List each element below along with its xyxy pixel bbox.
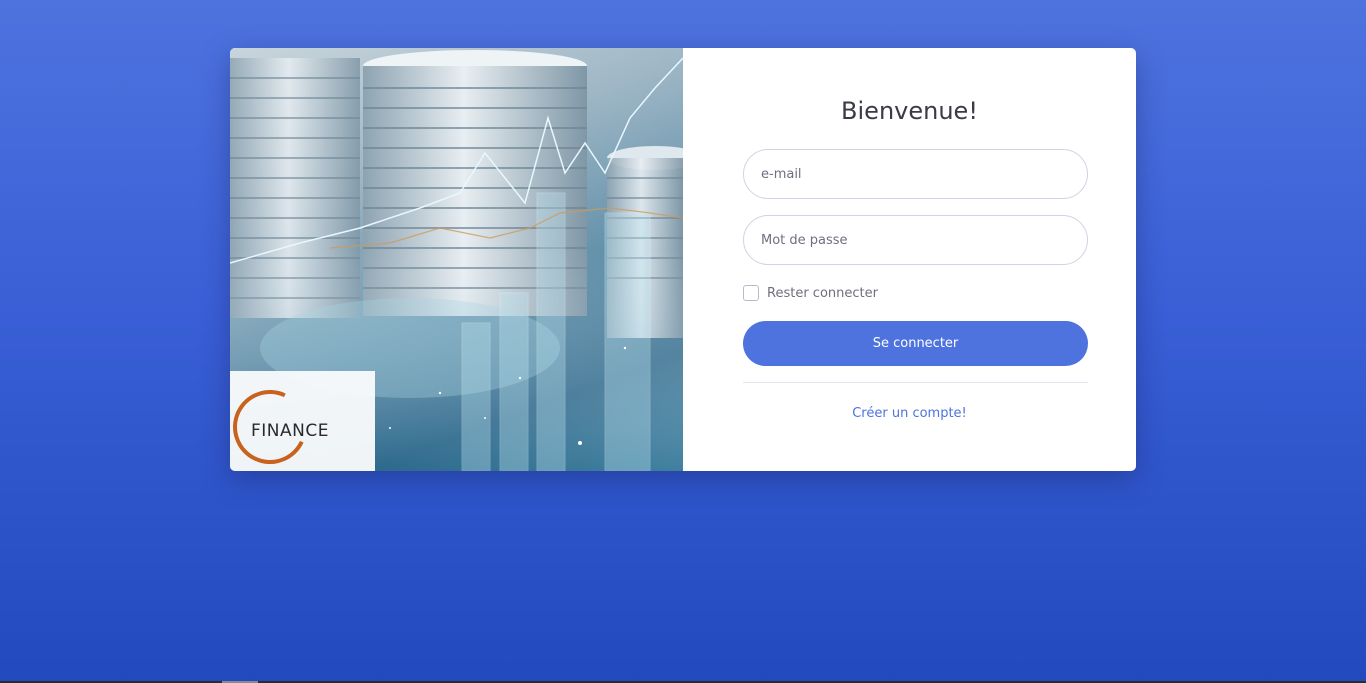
- finance-logo: FINANCE: [230, 371, 375, 471]
- remember-checkbox[interactable]: [743, 285, 759, 301]
- remember-label: Rester connecter: [767, 285, 878, 301]
- hero-image: FINANCE: [230, 48, 683, 471]
- password-field[interactable]: [743, 215, 1088, 265]
- page-title: Bienvenue!: [841, 97, 978, 125]
- login-form: Bienvenue! Rester connecter Se connecter…: [683, 48, 1136, 471]
- create-account-link[interactable]: Créer un compte!: [683, 406, 1136, 421]
- login-button[interactable]: Se connecter: [743, 321, 1088, 366]
- login-card: FINANCE Bienvenue! Rester connecter Se c…: [230, 48, 1136, 471]
- email-field[interactable]: [743, 149, 1088, 199]
- divider: [743, 382, 1088, 383]
- remember-me[interactable]: Rester connecter: [743, 285, 878, 301]
- logo-text: FINANCE: [251, 421, 329, 441]
